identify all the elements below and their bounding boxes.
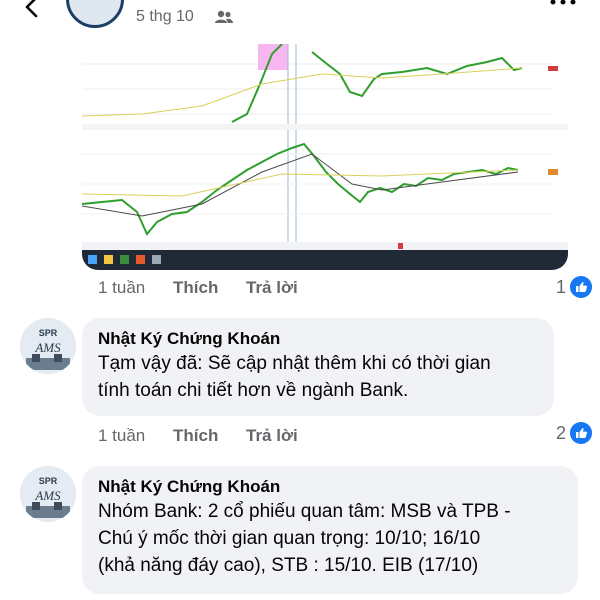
price-tag: [548, 66, 558, 71]
comment-author[interactable]: Nhật Ký Chứng Khoán: [98, 476, 562, 498]
like-icon: [570, 276, 592, 298]
svg-text:SPR: SPR: [39, 328, 58, 338]
reaction-count: 2: [555, 423, 566, 443]
highlight-band: [258, 44, 288, 70]
embedded-stock-chart-image[interactable]: [82, 44, 568, 270]
comment-text-line: Chú ý mốc thời gian quan trọng: 10/10; 1…: [98, 528, 481, 549]
reply-button[interactable]: Trả lời: [246, 278, 298, 298]
author-avatar[interactable]: SPR AMS: [20, 318, 76, 374]
comment-text-line: (khả năng đáy cao), STB : 15/10. EIB (17…: [98, 555, 479, 576]
comment-bubble: Nhật Ký Chứng Khoán Tạm vậy đã: Sẽ cập n…: [82, 318, 554, 416]
like-icon: [570, 422, 592, 444]
author-avatar[interactable]: SPR AMS: [20, 466, 76, 522]
reaction-summary-1[interactable]: 2: [520, 422, 592, 447]
chart-toolbar: [82, 242, 568, 250]
axis-strip: [82, 124, 568, 130]
svg-text:AMS: AMS: [34, 488, 61, 503]
post-header: 5 thg 10: [0, 0, 600, 44]
comment-text-line: tính toán chi tiết hơn về ngành Bank.: [98, 380, 409, 401]
spr-ams-logo-icon: SPR AMS: [20, 466, 76, 522]
comment-bubble: Nhật Ký Chứng Khoán Nhóm Bank: 2 cổ phiế…: [82, 466, 578, 594]
like-button[interactable]: Thích: [173, 278, 218, 298]
friends-icon: [215, 10, 233, 23]
comment-text-line: Tạm vậy đã: Sẽ cập nhật thêm khi có thời…: [98, 353, 491, 374]
stock-chart-drawing: [82, 44, 568, 270]
bottom-price-tag: [548, 169, 558, 175]
comment-time[interactable]: 1 tuần: [98, 426, 145, 446]
svg-text:SPR: SPR: [39, 476, 58, 486]
chevron-left-icon[interactable]: [22, 0, 42, 18]
toolbar-red-marker: [398, 243, 403, 249]
reply-button[interactable]: Trả lời: [246, 426, 298, 446]
reaction-count: 1: [555, 277, 566, 297]
spr-ams-logo-icon: SPR AMS: [20, 318, 76, 374]
comment-time[interactable]: 1 tuần: [98, 278, 145, 298]
comment-author[interactable]: Nhật Ký Chứng Khoán: [98, 328, 538, 350]
more-horizontal-icon[interactable]: [548, 0, 578, 10]
reaction-summary-0[interactable]: 1: [520, 276, 592, 301]
post-date[interactable]: 5 thg 10: [136, 8, 194, 26]
svg-text:AMS: AMS: [34, 340, 61, 355]
comment-text-line: Nhóm Bank: 2 cổ phiếu quan tâm: MSB và T…: [98, 501, 511, 522]
page-avatar[interactable]: [66, 0, 124, 28]
like-button[interactable]: Thích: [173, 426, 218, 446]
